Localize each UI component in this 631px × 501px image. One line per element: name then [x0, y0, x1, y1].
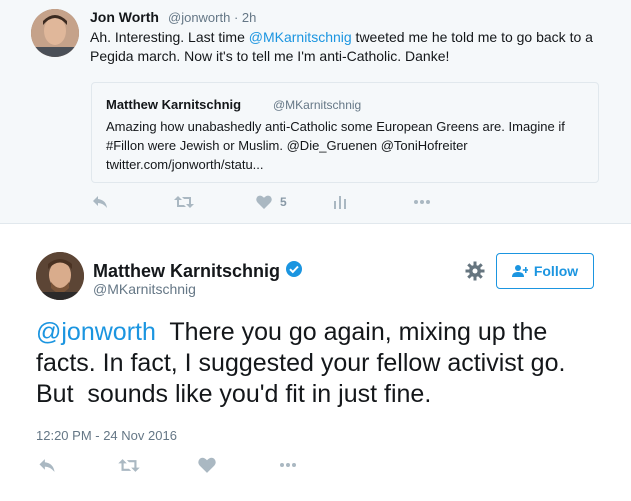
quoted-author-name: Matthew Karnitschnig — [106, 97, 242, 112]
parent-text-before: Ah. Interesting. Last time — [90, 29, 249, 45]
main-author-handle[interactable]: @MKarnitschnig — [93, 281, 196, 297]
parent-mention-link[interactable]: @MKarnitschnig — [249, 29, 352, 45]
reply-icon[interactable] — [92, 192, 108, 212]
like-count: 5 — [280, 195, 287, 209]
more-icon[interactable] — [413, 192, 431, 212]
tweet-timestamp[interactable]: 12:20 PM - 24 Nov 2016 — [36, 428, 177, 443]
heart-icon[interactable] — [198, 455, 216, 475]
parent-tweet-text: Ah. Interesting. Last time @MKarnitschni… — [90, 28, 610, 66]
main-author-name[interactable]: Matthew Karnitschnig — [93, 260, 303, 283]
main-tweet-text: @jonworth There you go again, mixing up … — [36, 317, 596, 410]
gear-icon[interactable] — [464, 260, 486, 282]
analytics-icon[interactable] — [333, 192, 347, 212]
parent-handle-time[interactable]: @jonworth · 2h — [168, 10, 256, 25]
main-actions — [36, 455, 336, 477]
main-mention-link[interactable]: @jonworth — [36, 318, 156, 346]
main-author-name-text[interactable]: Matthew Karnitschnig — [93, 261, 280, 282]
follow-button[interactable]: Follow — [496, 253, 594, 289]
parent-actions: 5 — [90, 192, 450, 212]
retweet-icon[interactable] — [118, 455, 140, 475]
main-avatar[interactable] — [36, 252, 84, 300]
quoted-tweet-text: Amazing how unabashedly anti-Catholic so… — [106, 119, 565, 172]
heart-icon[interactable]: 5 — [256, 192, 287, 212]
add-user-icon — [511, 265, 528, 277]
follow-button-label: Follow — [533, 263, 579, 279]
parent-author-name[interactable]: Jon Worth — [90, 9, 159, 25]
parent-tweet: Jon Worth @jonworth · 2h Ah. Interesting… — [0, 0, 631, 224]
retweet-icon[interactable] — [174, 192, 194, 212]
quoted-author-handle: @MKarnitschnig — [273, 98, 362, 112]
quoted-tweet[interactable]: Matthew Karnitschnig @MKarnitschnig Amaz… — [91, 82, 599, 183]
verified-badge-icon — [285, 260, 303, 283]
more-icon[interactable] — [278, 455, 298, 475]
parent-avatar[interactable] — [31, 9, 79, 57]
reply-icon[interactable] — [38, 455, 56, 475]
